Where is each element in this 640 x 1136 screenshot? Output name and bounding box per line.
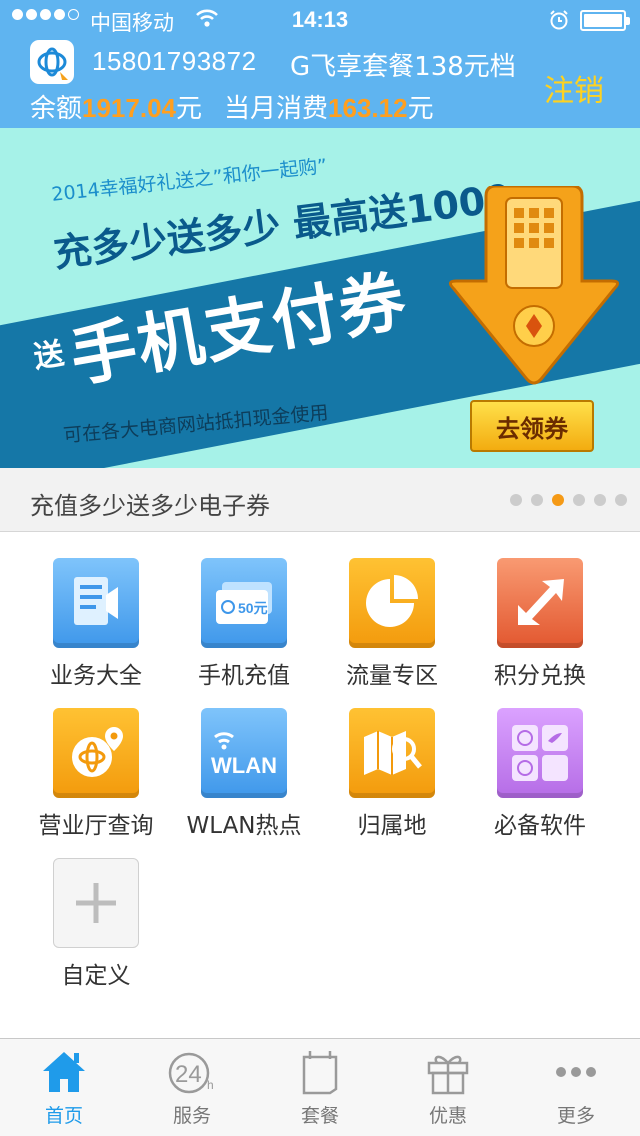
promo-banner[interactable]: 2014幸福好礼送之”和你一起购” 充多少送多少 最高送1000 送 手机支付券… — [0, 128, 640, 468]
map-search-icon — [349, 708, 435, 798]
business-list-icon — [53, 558, 139, 648]
grid-label: 归属地 — [357, 813, 427, 839]
more-icon — [554, 1065, 598, 1084]
page-dot[interactable] — [573, 494, 585, 506]
page-dot[interactable] — [615, 494, 627, 506]
status-bar: 中国移动 14:13 — [0, 0, 640, 40]
tab-label: 服务 — [172, 1105, 211, 1127]
store-location-icon — [53, 708, 139, 798]
24h-service-icon: 24 h — [167, 1049, 217, 1100]
monthly-spend-unit: 元 — [407, 94, 434, 124]
grid-label: 必备软件 — [494, 813, 586, 839]
page-dot[interactable] — [531, 494, 543, 506]
tab-label: 更多 — [556, 1105, 595, 1127]
alarm-icon — [548, 9, 570, 37]
get-coupon-button[interactable]: 去领券 — [470, 400, 594, 452]
grid-label: 业务大全 — [50, 663, 142, 689]
pie-chart-icon — [349, 558, 435, 648]
grid-item-recharge[interactable]: 50元 手机充值 — [170, 558, 318, 698]
page-indicator[interactable] — [510, 494, 627, 506]
wlan-badge-text: WLAN — [211, 753, 277, 778]
tab-bar: 首页 24 h 服务 套餐 优惠 更多 — [0, 1038, 640, 1136]
tab-label: 套餐 — [300, 1105, 339, 1127]
tab-more[interactable]: 更多 — [512, 1039, 640, 1136]
tab-label: 首页 — [44, 1105, 83, 1127]
wlan-icon: WLAN — [201, 708, 287, 798]
banner-caption: 充值多少送多少电子券 — [0, 468, 640, 532]
battery-icon — [580, 10, 630, 31]
apps-icon — [497, 708, 583, 798]
monthly-spend-label: 当月消费 — [224, 94, 329, 124]
tab-offers[interactable]: 优惠 — [384, 1039, 512, 1136]
grid-item-business[interactable]: 业务大全 — [22, 558, 170, 698]
account-summary: 余额1917.04元 当月消费163.12元 — [30, 88, 434, 125]
grid-item-data[interactable]: 流量专区 — [318, 558, 466, 698]
svg-text:h: h — [207, 1078, 214, 1092]
grid-item-points[interactable]: 积分兑换 — [466, 558, 614, 698]
grid-label: 手机充值 — [198, 663, 290, 689]
tab-service[interactable]: 24 h 服务 — [128, 1039, 256, 1136]
china-mobile-logo — [30, 40, 74, 84]
grid-item-custom[interactable]: 自定义 — [22, 858, 170, 998]
phone-arrow-icon — [446, 184, 622, 401]
gift-icon — [425, 1049, 471, 1100]
grid-label: 流量专区 — [346, 663, 438, 689]
balance-value: 1917.04 — [82, 93, 176, 123]
grid-item-store[interactable]: 营业厅查询 — [22, 708, 170, 848]
plan-name: G飞享套餐138元档 — [290, 52, 516, 82]
plus-icon — [53, 858, 139, 948]
caption-text: 充值多少送多少电子券 — [30, 492, 270, 520]
package-icon — [298, 1049, 342, 1100]
tab-home[interactable]: 首页 — [0, 1039, 128, 1136]
tab-label: 优惠 — [428, 1105, 467, 1127]
grid-item-apps[interactable]: 必备软件 — [466, 708, 614, 848]
home-icon — [41, 1049, 87, 1100]
balance-unit: 元 — [176, 94, 203, 124]
exchange-arrows-icon — [497, 558, 583, 648]
grid-item-region[interactable]: 归属地 — [318, 708, 466, 848]
logout-button[interactable]: 注销 — [544, 66, 604, 110]
grid-label: 营业厅查询 — [38, 813, 154, 839]
balance-label: 余额 — [30, 94, 83, 124]
clock: 14:13 — [291, 7, 349, 32]
page-dot[interactable] — [594, 494, 606, 506]
grid-item-wlan[interactable]: WLAN WLAN热点 — [170, 708, 318, 848]
page-dot[interactable] — [510, 494, 522, 506]
grid-label: 自定义 — [61, 963, 131, 989]
grid-label: WLAN热点 — [186, 813, 302, 839]
phone-number: 15801793872 — [92, 46, 257, 76]
page-dot-active[interactable] — [552, 494, 564, 506]
tab-package[interactable]: 套餐 — [256, 1039, 384, 1136]
monthly-spend-value: 163.12 — [328, 93, 408, 123]
grid-label: 积分兑换 — [494, 663, 586, 689]
recharge-card-icon: 50元 — [201, 558, 287, 648]
header: 中国移动 14:13 15801793872 G飞享套餐138元档 注销 余额1… — [0, 0, 640, 128]
svg-text:24: 24 — [175, 1061, 202, 1088]
recharge-badge-text: 50元 — [238, 600, 268, 616]
